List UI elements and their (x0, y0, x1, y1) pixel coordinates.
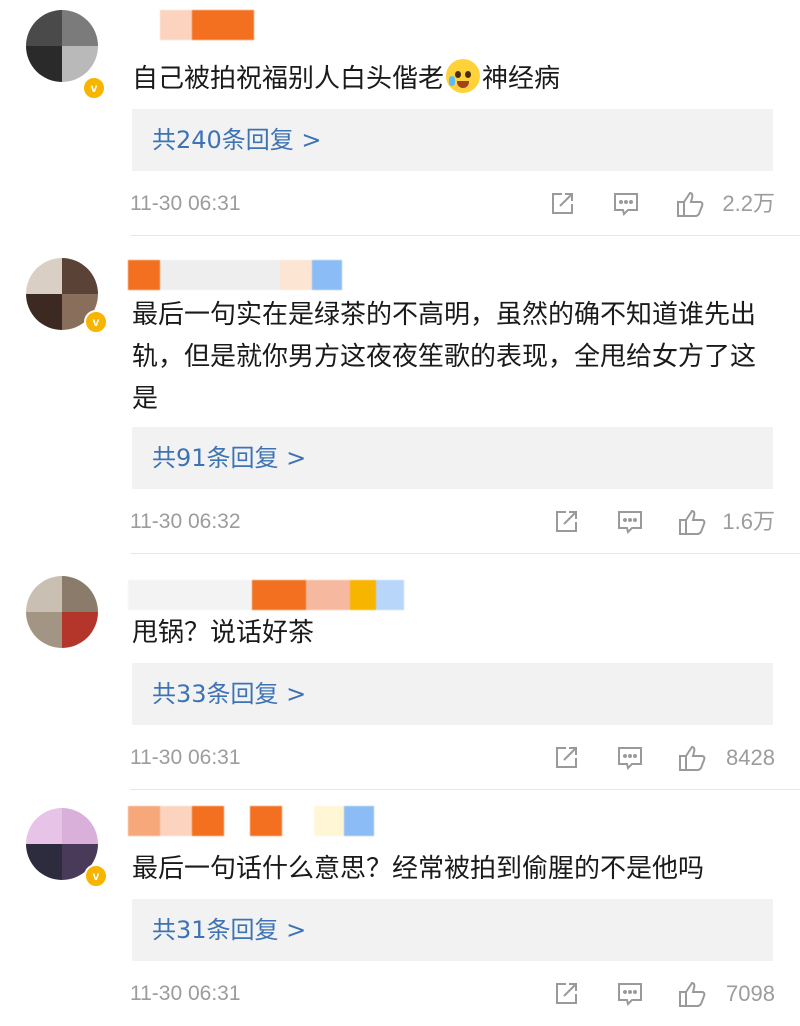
comment-meta: 11-30 06:32 1.6万 (130, 502, 775, 542)
comment-item: 甩锅？说话好茶 共33条回复 > 11-30 06:31 8428 (0, 554, 800, 790)
timestamp: 11-30 06:31 (130, 982, 241, 1005)
timestamp: 11-30 06:31 (130, 192, 241, 215)
username-redacted[interactable] (128, 260, 342, 290)
verified-badge-icon: v (84, 310, 108, 334)
like-count: 8428 (726, 745, 775, 770)
crying-face-icon (446, 59, 481, 93)
verified-badge-icon: v (84, 864, 108, 888)
comment-text: 最后一句实在是绿茶的不高明，虽然的确不知道谁先出轨，但是就你男方这夜夜笙歌的表现… (132, 300, 757, 414)
username-redacted[interactable] (128, 580, 404, 610)
username-redacted[interactable] (128, 806, 374, 836)
comment-meta: 11-30 06:31 2.2万 (130, 184, 775, 224)
view-replies-button[interactable]: 共31条回复 > (132, 899, 773, 961)
like-icon[interactable] (678, 980, 708, 1008)
like-icon[interactable] (676, 190, 706, 218)
comment-meta: 11-30 06:31 7098 (130, 974, 775, 1014)
timestamp: 11-30 06:31 (130, 746, 241, 769)
view-replies-button[interactable]: 共91条回复 > (132, 427, 773, 489)
share-icon[interactable] (552, 508, 580, 536)
like-count: 2.2万 (722, 191, 775, 216)
comment-icon[interactable] (612, 190, 640, 218)
view-replies-button[interactable]: 共33条回复 > (132, 663, 773, 725)
share-icon[interactable] (552, 980, 580, 1008)
like-icon[interactable] (678, 744, 708, 772)
comment-text: 自己被拍祝福别人白头偕老 神经病 (132, 58, 772, 100)
comment-icon[interactable] (616, 508, 644, 536)
timestamp: 11-30 06:32 (130, 510, 241, 533)
comment-icon[interactable] (616, 744, 644, 772)
share-icon[interactable] (548, 190, 576, 218)
comment-item: v 最后一句话什么意思？经常被拍到偷腥的不是他吗 共31条回复 > 11-30 … (0, 790, 800, 1026)
comment-text: 甩锅？说话好茶 (132, 618, 315, 648)
comment-icon[interactable] (616, 980, 644, 1008)
verified-badge-icon: v (82, 76, 106, 100)
comment-meta: 11-30 06:31 8428 (130, 738, 775, 778)
like-count: 1.6万 (722, 509, 775, 534)
share-icon[interactable] (552, 744, 580, 772)
username-redacted[interactable] (160, 10, 254, 40)
view-replies-button[interactable]: 共240条回复 > (132, 109, 773, 171)
comment-item: v 自己被拍祝福别人白头偕老 神经病 共240条回复 > 11-30 06:31 … (0, 0, 800, 236)
comment-item: v 最后一句实在是绿茶的不高明，虽然的确不知道谁先出轨，但是就你男方这夜夜笙歌的… (0, 236, 800, 554)
avatar[interactable] (26, 576, 98, 648)
like-icon[interactable] (678, 508, 708, 536)
comment-text: 最后一句话什么意思？经常被拍到偷腥的不是他吗 (132, 854, 705, 884)
avatar[interactable] (26, 10, 98, 82)
like-count: 7098 (726, 981, 775, 1006)
